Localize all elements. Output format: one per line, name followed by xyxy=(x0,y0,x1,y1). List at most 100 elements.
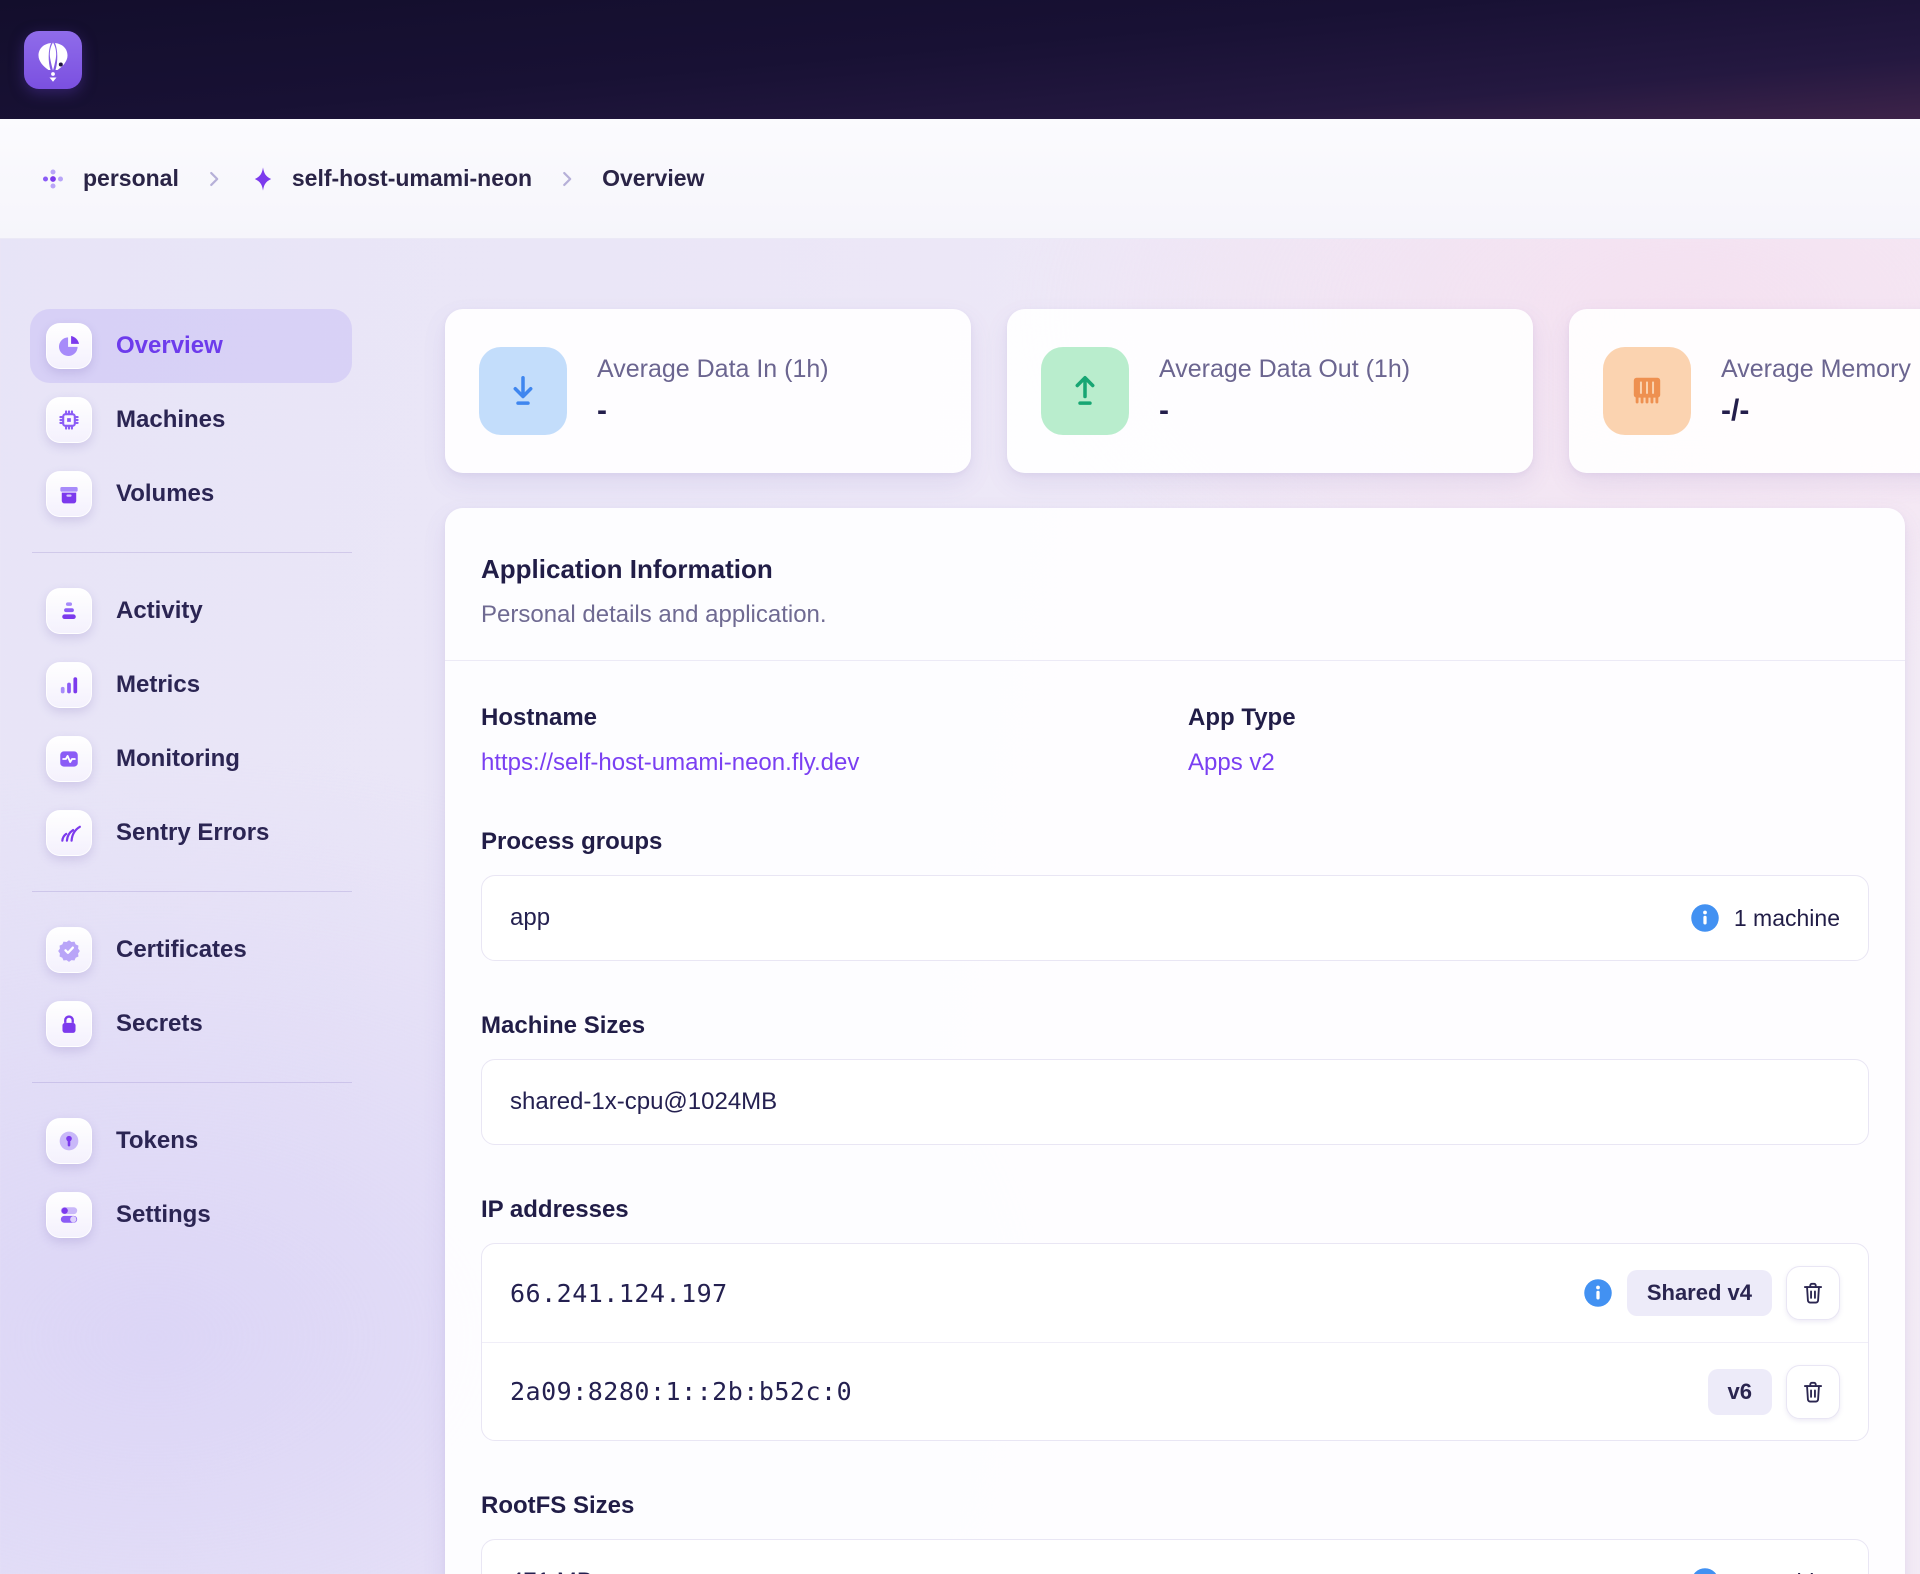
sidebar-item-label: Metrics xyxy=(116,671,200,699)
trash-icon xyxy=(1800,1280,1826,1306)
application-information-card: Application Information Personal details… xyxy=(445,508,1905,1574)
card-subtitle: Personal details and application. xyxy=(481,600,1869,630)
sidebar-divider xyxy=(32,552,352,553)
ip-address: 2a09:8280:1::2b:b52c:0 xyxy=(510,1377,852,1406)
upload-arrow-icon xyxy=(1041,347,1129,435)
sidebar: Overview Machines xyxy=(0,239,445,1252)
rootfs-machines: 1 machine xyxy=(1734,1569,1840,1574)
top-header xyxy=(0,0,1920,119)
sidebar-item-tokens[interactable]: Tokens xyxy=(30,1104,352,1178)
stat-card-value: -/- xyxy=(1721,394,1911,428)
ip-row-v6: 2a09:8280:1::2b:b52c:0 v6 xyxy=(482,1342,1868,1440)
ip-addresses-section: IP addresses 66.241.124.197 xyxy=(481,1195,1869,1441)
app-type-label: App Type xyxy=(1188,703,1869,733)
hostname-link[interactable]: https://self-host-umami-neon.fly.dev xyxy=(481,749,859,777)
sidebar-item-overview[interactable]: Overview xyxy=(30,309,352,383)
sidebar-item-label: Secrets xyxy=(116,1010,203,1038)
cpu-chip-icon xyxy=(46,397,92,443)
stat-card-memory: Average Memory -/- xyxy=(1569,309,1920,473)
breadcrumb: personal self-host-umami-neon Overview xyxy=(0,119,1920,239)
machine-size-value: shared-1x-cpu@1024MB xyxy=(510,1088,777,1116)
stat-card-label: Average Data Out (1h) xyxy=(1159,355,1410,384)
sidebar-item-metrics[interactable]: Metrics xyxy=(30,648,352,722)
sidebar-divider xyxy=(32,891,352,892)
toggles-icon xyxy=(46,1192,92,1238)
app-type-field: App Type Apps v2 xyxy=(1188,703,1869,777)
chevron-right-icon xyxy=(203,168,225,190)
breadcrumb-page-label: Overview xyxy=(602,165,704,192)
process-group-name: app xyxy=(510,904,550,932)
hostname-field: Hostname https://self-host-umami-neon.fl… xyxy=(481,703,1188,777)
app-type-link[interactable]: Apps v2 xyxy=(1188,749,1275,777)
sidebar-item-machines[interactable]: Machines xyxy=(30,383,352,457)
chevron-right-icon xyxy=(556,168,578,190)
ip-address: 66.241.124.197 xyxy=(510,1279,728,1308)
sidebar-item-label: Machines xyxy=(116,406,225,434)
breadcrumb-app[interactable]: self-host-umami-neon xyxy=(249,165,532,193)
rootfs-sizes-label: RootFS Sizes xyxy=(481,1491,1869,1521)
process-groups-section: Process groups app 1 machine xyxy=(481,827,1869,961)
info-icon[interactable] xyxy=(1690,903,1720,933)
fly-balloon-icon xyxy=(29,36,77,84)
breadcrumb-org-label: personal xyxy=(83,165,179,192)
sidebar-divider xyxy=(32,1082,352,1083)
process-group-row: app 1 machine xyxy=(481,875,1869,961)
breadcrumb-page[interactable]: Overview xyxy=(602,165,704,192)
info-icon[interactable] xyxy=(1690,1567,1720,1574)
lock-icon xyxy=(46,1001,92,1047)
sidebar-item-settings[interactable]: Settings xyxy=(30,1178,352,1252)
machine-size-row: shared-1x-cpu@1024MB xyxy=(481,1059,1869,1145)
sidebar-item-monitoring[interactable]: Monitoring xyxy=(30,722,352,796)
sidebar-item-certificates[interactable]: Certificates xyxy=(30,913,352,987)
trash-icon xyxy=(1800,1379,1826,1405)
pie-chart-icon xyxy=(46,323,92,369)
sidebar-item-label: Settings xyxy=(116,1201,211,1229)
memory-chip-icon xyxy=(1603,347,1691,435)
sidebar-item-label: Monitoring xyxy=(116,745,240,773)
storage-box-icon xyxy=(46,471,92,517)
sidebar-item-label: Certificates xyxy=(116,936,247,964)
bar-chart-icon xyxy=(46,662,92,708)
hostname-label: Hostname xyxy=(481,703,1188,733)
sidebar-item-secrets[interactable]: Secrets xyxy=(30,987,352,1061)
rootfs-row: 471 MB 1 machine xyxy=(481,1539,1869,1574)
org-dots-icon xyxy=(38,164,68,194)
stat-card-data-in: Average Data In (1h) - xyxy=(445,309,971,473)
process-groups-label: Process groups xyxy=(481,827,1869,857)
card-title: Application Information xyxy=(481,552,1869,586)
sidebar-item-activity[interactable]: Activity xyxy=(30,574,352,648)
stat-card-data-out: Average Data Out (1h) - xyxy=(1007,309,1533,473)
ip-addresses-label: IP addresses xyxy=(481,1195,1869,1225)
sidebar-item-sentry-errors[interactable]: Sentry Errors xyxy=(30,796,352,870)
sparkle-icon xyxy=(249,165,277,193)
rootfs-sizes-section: RootFS Sizes 471 MB 1 machine xyxy=(481,1491,1869,1574)
pulse-monitor-icon xyxy=(46,736,92,782)
process-group-machines: 1 machine xyxy=(1734,905,1840,932)
breadcrumb-org[interactable]: personal xyxy=(38,164,179,194)
stat-card-label: Average Data In (1h) xyxy=(597,355,829,384)
activity-stack-icon xyxy=(46,588,92,634)
stat-card-label: Average Memory xyxy=(1721,355,1911,384)
stat-cards-row: Average Data In (1h) - Average Data Out … xyxy=(445,309,1920,473)
sidebar-item-label: Sentry Errors xyxy=(116,819,269,847)
breadcrumb-app-label: self-host-umami-neon xyxy=(292,165,532,192)
app-logo[interactable] xyxy=(24,31,82,89)
rootfs-size: 471 MB xyxy=(510,1568,593,1574)
sidebar-item-label: Overview xyxy=(116,332,223,360)
sidebar-item-label: Activity xyxy=(116,597,203,625)
sidebar-item-volumes[interactable]: Volumes xyxy=(30,457,352,531)
sidebar-item-label: Volumes xyxy=(116,480,214,508)
badge-check-icon xyxy=(46,927,92,973)
sidebar-item-label: Tokens xyxy=(116,1127,198,1155)
stat-card-value: - xyxy=(597,394,829,428)
delete-ip-button[interactable] xyxy=(1786,1365,1840,1419)
machine-sizes-section: Machine Sizes shared-1x-cpu@1024MB xyxy=(481,1011,1869,1145)
sentry-icon xyxy=(46,810,92,856)
card-header: Application Information Personal details… xyxy=(445,508,1905,661)
download-arrow-icon xyxy=(479,347,567,435)
ip-badge: Shared v4 xyxy=(1627,1270,1772,1316)
delete-ip-button[interactable] xyxy=(1786,1266,1840,1320)
info-icon[interactable] xyxy=(1583,1278,1613,1308)
key-icon xyxy=(46,1118,92,1164)
ip-addresses-box: 66.241.124.197 Shared v4 xyxy=(481,1243,1869,1441)
